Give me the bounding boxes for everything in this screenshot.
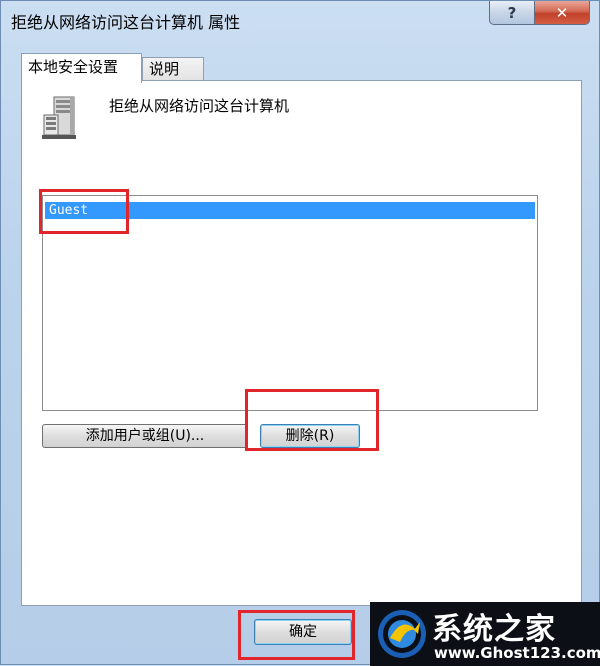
- title-bar[interactable]: 拒绝从网络访问这台计算机 属性 ? ✕: [1, 1, 599, 37]
- tab-local-security-setting[interactable]: 本地安全设置: [21, 53, 142, 83]
- add-user-or-group-button[interactable]: 添加用户或组(U)...: [42, 424, 248, 448]
- logo-icon: [378, 610, 426, 658]
- window-title: 拒绝从网络访问这台计算机 属性: [11, 13, 241, 32]
- highlight-guest: [39, 189, 129, 234]
- help-icon: ?: [507, 3, 517, 22]
- tab-explain[interactable]: 说明: [142, 57, 204, 81]
- highlight-remove: [245, 389, 379, 451]
- server-icon: [42, 96, 76, 139]
- close-icon: ✕: [555, 3, 569, 22]
- watermark-title: 系统之家: [432, 612, 556, 647]
- close-button[interactable]: ✕: [534, 1, 590, 25]
- tab-panel: 拒绝从网络访问这台计算机 Guest 添加用户或组(U)... 删除(R): [21, 80, 582, 606]
- watermark-url: www.Ghost123.com: [434, 644, 600, 662]
- policy-title: 拒绝从网络访问这台计算机: [109, 97, 290, 115]
- highlight-ok: [238, 610, 355, 660]
- properties-dialog: 拒绝从网络访问这台计算机 属性 ? ✕ 本地安全设置 说明 拒绝从网络访问这台计…: [0, 0, 600, 666]
- help-button[interactable]: ?: [489, 1, 535, 25]
- watermark: 系统之家 www.Ghost123.com: [370, 602, 600, 666]
